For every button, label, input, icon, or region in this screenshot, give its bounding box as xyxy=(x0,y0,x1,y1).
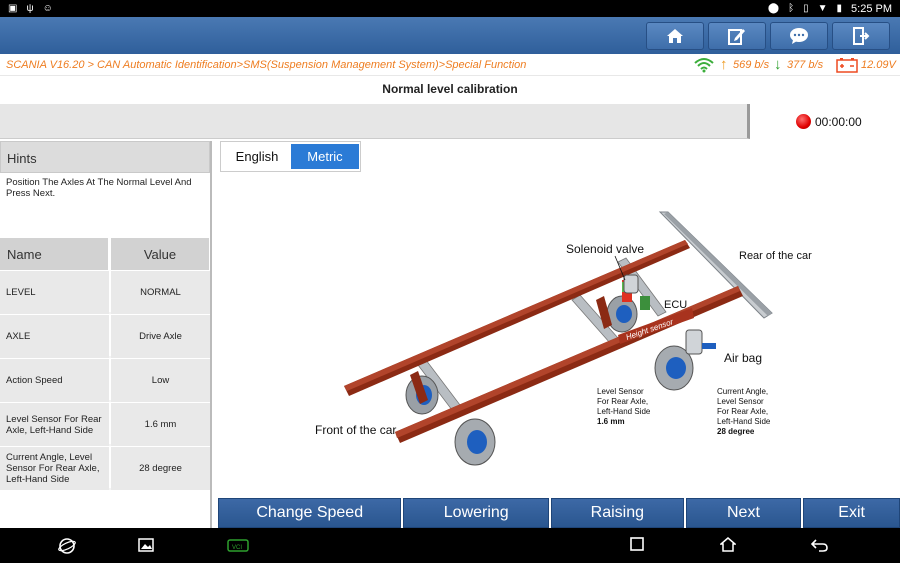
record-indicator-icon xyxy=(796,114,811,129)
action-bar: Change Speed Lowering Raising Next Exit xyxy=(218,498,900,528)
report-button[interactable] xyxy=(708,22,766,50)
location-icon: ⬤ xyxy=(767,3,780,14)
lowering-button[interactable]: Lowering xyxy=(403,498,550,528)
exit-app-button[interactable] xyxy=(832,22,890,50)
table-row: Action Speed Low xyxy=(0,359,210,402)
row-value: NORMAL xyxy=(111,271,210,314)
exit-button[interactable]: Exit xyxy=(803,498,900,528)
system-navigation-bar: VCI xyxy=(0,528,900,563)
edit-report-icon xyxy=(728,29,745,45)
left-frame-rail xyxy=(344,240,690,396)
unit-toggle: English Metric xyxy=(220,141,361,172)
row-name: Current Angle, Level Sensor For Rear Axl… xyxy=(0,447,109,490)
row-value: Low xyxy=(111,359,210,402)
vci-icon[interactable]: VCI xyxy=(227,537,249,553)
rear-of-car-label: Rear of the car xyxy=(739,250,812,262)
timer-value: 00:00:00 xyxy=(815,114,862,129)
hints-text: Position The Axles At The Normal Level A… xyxy=(6,177,192,199)
table-row: Level Sensor For Rear Axle, Left-Hand Si… xyxy=(0,403,210,446)
battery-icon: ▮ xyxy=(836,3,843,14)
row-name: LEVEL xyxy=(0,271,109,314)
metric-unit-button[interactable]: Metric xyxy=(291,144,359,169)
upload-arrow-icon: ↑ xyxy=(720,56,728,73)
row-value: Drive Axle xyxy=(111,315,210,358)
chat-bubble-icon xyxy=(790,28,808,44)
home-nav-icon[interactable] xyxy=(720,537,736,553)
download-rate: 377 b/s xyxy=(787,59,824,71)
battery-voltage: 12.09V xyxy=(861,59,896,71)
level-sensor-readout-label: Level Sensor For Rear Axle, Left-Hand Si… xyxy=(597,387,651,416)
breadcrumb: SCANIA V16.20 > CAN Automatic Identifica… xyxy=(6,59,527,71)
ecu-label: ECU xyxy=(664,299,687,311)
top-toolbar xyxy=(0,17,900,54)
column-header-name: Name xyxy=(0,238,109,270)
download-arrow-icon: ↓ xyxy=(774,56,782,73)
bluetooth-icon: ᛒ xyxy=(788,3,795,14)
wifi-icon: ▼ xyxy=(817,3,828,14)
solenoid-valve-label: Solenoid valve xyxy=(566,242,644,256)
angle-readout-label: Current Angle, Level Sensor For Rear Axl… xyxy=(717,387,771,426)
battery-voltage-icon xyxy=(836,58,858,73)
hints-header: Hints xyxy=(0,141,210,173)
air-bag-label: Air bag xyxy=(724,351,762,365)
gallery-icon[interactable] xyxy=(138,537,154,553)
feedback-button[interactable] xyxy=(770,22,828,50)
vibrate-icon: ▯ xyxy=(803,3,809,14)
change-speed-button[interactable]: Change Speed xyxy=(218,498,402,528)
row-name: Action Speed xyxy=(0,359,109,402)
row-name: Level Sensor For Rear Axle, Left-Hand Si… xyxy=(0,403,109,446)
usb-icon: ψ xyxy=(26,3,34,14)
info-panel: Hints Position The Axles At The Normal L… xyxy=(0,141,212,528)
suspension-diagram: Height sensor Solenoid valve Rear of the… xyxy=(315,211,812,466)
angle-readout-value: 28 degree xyxy=(717,427,755,436)
front-right-wheel xyxy=(454,418,496,466)
android-icon: ☺ xyxy=(42,3,53,14)
page-title: Normal level calibration xyxy=(382,82,518,96)
row-name: AXLE xyxy=(0,315,109,358)
breadcrumb-bar: SCANIA V16.20 > CAN Automatic Identifica… xyxy=(0,54,900,76)
app-root: ▣ ψ ☺ ⬤ ᛒ ▯ ▼ ▮ 5:25 PM SCANIA V16.20 > … xyxy=(0,0,900,563)
next-button[interactable]: Next xyxy=(685,498,802,528)
home-icon xyxy=(667,29,683,43)
home-button[interactable] xyxy=(646,22,704,50)
status-bar: ▣ ψ ☺ ⬤ ᛒ ▯ ▼ ▮ 5:25 PM xyxy=(0,0,900,17)
english-unit-button[interactable]: English xyxy=(223,144,291,169)
air-bag-left xyxy=(623,274,639,294)
clock: 5:25 PM xyxy=(851,2,892,15)
row-value: 28 degree xyxy=(111,447,210,490)
svg-text:VCI: VCI xyxy=(232,545,242,551)
message-bar xyxy=(0,104,750,139)
level-sensor-readout-value: 1.6 mm xyxy=(597,417,625,426)
column-header-value: Value xyxy=(111,238,210,270)
exit-door-icon xyxy=(853,27,870,45)
browser-icon[interactable] xyxy=(58,537,76,555)
table-row: Current Angle, Level Sensor For Rear Axl… xyxy=(0,447,210,490)
recent-apps-icon[interactable] xyxy=(630,537,644,551)
raising-button[interactable]: Raising xyxy=(551,498,684,528)
row-value: 1.6 mm xyxy=(111,403,210,446)
front-of-car-label: Front of the car xyxy=(315,423,396,437)
upload-rate: 569 b/s xyxy=(733,59,770,71)
air-bag xyxy=(685,329,716,355)
table-row: LEVEL NORMAL xyxy=(0,271,210,314)
ecu-box xyxy=(640,296,650,310)
table-row: AXLE Drive Axle xyxy=(0,315,210,358)
back-nav-icon[interactable] xyxy=(810,537,828,553)
recording-timer: 00:00:00 xyxy=(796,114,862,129)
wifi-signal-icon xyxy=(694,58,714,73)
image-notification-icon: ▣ xyxy=(8,3,18,14)
